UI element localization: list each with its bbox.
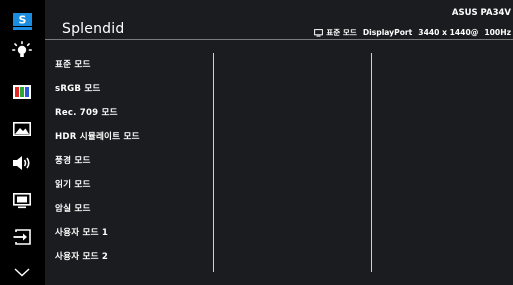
svg-text:S: S [18, 13, 26, 26]
page-title: Splendid [62, 21, 125, 37]
sidebar-item-sound[interactable] [0, 150, 44, 176]
input-select-icon [13, 229, 31, 245]
brand-model: ASUS PA34V [451, 8, 511, 18]
pip-icon [13, 193, 31, 209]
column-divider-2 [371, 53, 372, 272]
column-divider-1 [213, 53, 214, 272]
sidebar-item-brightness[interactable] [0, 38, 44, 64]
menu-item-hdr-simulate[interactable]: HDR 시뮬레이트 모드 [55, 130, 140, 142]
status-line: 표준 모드 DisplayPort 3440 x 1440@ 100Hz [314, 27, 511, 38]
status-refresh: 100Hz [484, 28, 511, 37]
main-panel: Splendid ASUS PA34V 표준 모드 DisplayPort 34… [45, 0, 513, 285]
menu-item-reading[interactable]: 읽기 모드 [55, 178, 91, 190]
sidebar-item-input-select[interactable] [0, 224, 44, 250]
sidebar-item-image[interactable] [0, 116, 44, 142]
sidebar-item-splendid[interactable]: S [0, 8, 44, 34]
menu-item-user-mode-1[interactable]: 사용자 모드 1 [55, 226, 108, 238]
header-divider [45, 39, 513, 40]
osd-window: S Splendid ASUS PA34V 표준 모드 DisplayPort … [0, 0, 513, 285]
sidebar-scroll-down[interactable] [0, 259, 44, 285]
color-bars-icon [13, 85, 31, 99]
menu-item-darkroom[interactable]: 암실 모드 [55, 202, 91, 214]
menu-item-scenery[interactable]: 풍경 모드 [55, 154, 91, 166]
chevron-down-icon [14, 268, 30, 277]
status-resolution: 3440 x 1440@ [418, 28, 479, 37]
image-icon [13, 122, 31, 136]
sidebar-item-color[interactable] [0, 79, 44, 105]
sidebar-item-pip[interactable] [0, 188, 44, 214]
menu-item-standard[interactable]: 표준 모드 [55, 58, 91, 70]
splendid-s-icon: S [12, 12, 32, 30]
menu-item-srgb[interactable]: sRGB 모드 [55, 82, 101, 94]
brightness-icon [12, 41, 32, 57]
sidebar: S [0, 0, 44, 285]
menu-item-rec709[interactable]: Rec. 709 모드 [55, 106, 118, 118]
status-mode: 표준 모드 [326, 28, 357, 37]
monitor-icon [314, 28, 324, 37]
status-input: DisplayPort [362, 28, 413, 37]
menu-item-user-mode-2[interactable]: 사용자 모드 2 [55, 250, 108, 262]
sound-icon [13, 156, 30, 170]
